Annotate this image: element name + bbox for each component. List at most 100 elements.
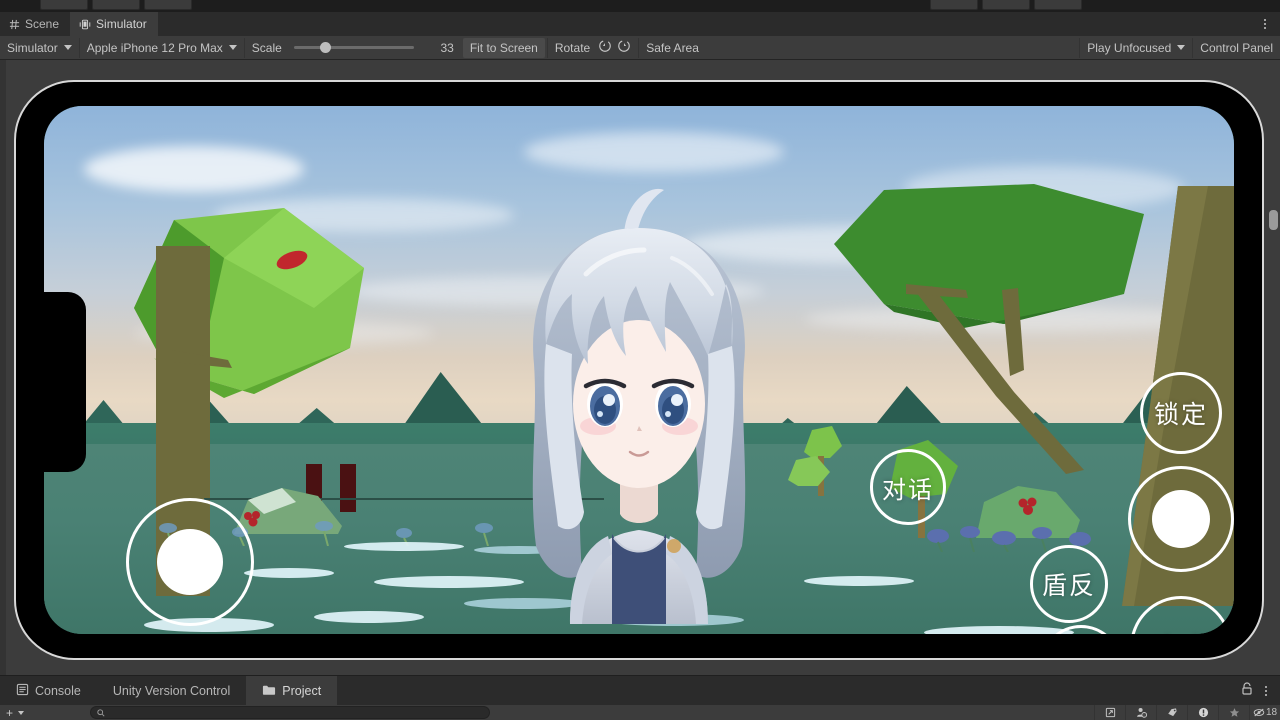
camera-joystick-knob[interactable] — [1152, 490, 1210, 548]
editor-main-toolbar-strip — [0, 0, 1280, 12]
device-label: Apple iPhone 12 Pro Max — [87, 41, 223, 55]
safe-area-toggle[interactable]: Safe Area — [638, 38, 706, 58]
project-search-field[interactable] — [90, 706, 490, 719]
tab-bar-right — [1260, 12, 1280, 36]
tree-foliage-left — [74, 198, 394, 428]
movement-joystick[interactable] — [126, 498, 254, 626]
scale-slider-knob[interactable] — [320, 42, 331, 53]
viewport-left-edge — [0, 60, 6, 675]
camera-joystick[interactable] — [1128, 466, 1234, 572]
shield-button-label: 盾反 — [1042, 566, 1096, 602]
open-in-new-icon[interactable] — [1094, 705, 1125, 720]
tab-scene[interactable]: Scene — [0, 12, 70, 36]
play-mode-label: Play Unfocused — [1087, 41, 1171, 55]
rotate-ccw-icon[interactable] — [598, 39, 612, 56]
toolbar-button-tools[interactable] — [40, 0, 88, 10]
account-icon[interactable] — [1125, 705, 1156, 720]
tab-console[interactable]: Console — [0, 676, 97, 706]
tab-unity-version-control-label: Unity Version Control — [113, 684, 230, 698]
scale-control: Scale 33 — [244, 38, 461, 58]
favorite-star-icon[interactable] — [1218, 705, 1249, 720]
water-ripple — [804, 576, 914, 586]
simulator-toolbar: Simulator Apple iPhone 12 Pro Max Scale … — [0, 36, 1280, 60]
grid-icon — [9, 19, 20, 30]
water-ripple — [244, 568, 334, 578]
chevron-down-icon — [64, 45, 72, 50]
fit-to-screen-button[interactable]: Fit to Screen — [463, 38, 545, 58]
rotate-control: Rotate — [547, 38, 638, 58]
simulator-viewport[interactable]: 对话 锁定 盾反 攻击 跳跃 — [0, 60, 1280, 675]
hidden-items-icon[interactable]: 18 — [1249, 705, 1280, 720]
add-asset-button[interactable]: + — [0, 706, 30, 720]
tab-console-label: Console — [35, 684, 81, 698]
tag-icon[interactable] — [1156, 705, 1187, 720]
console-icon — [16, 683, 29, 699]
device-icon — [79, 19, 91, 30]
hidden-items-count: 18 — [1266, 707, 1277, 718]
lock-icon[interactable] — [1241, 682, 1253, 700]
device-screen[interactable]: 对话 锁定 盾反 攻击 跳跃 — [44, 106, 1234, 634]
project-browser-toolbar: + — [0, 705, 1280, 720]
scale-label: Scale — [252, 41, 282, 55]
toolbar-button-extra[interactable] — [1034, 0, 1082, 10]
device-dropdown[interactable]: Apple iPhone 12 Pro Max — [79, 38, 244, 58]
project-toolbar-icons: 18 — [1094, 705, 1280, 720]
toolbar-left-buttons — [40, 0, 192, 10]
player-character — [474, 154, 804, 634]
play-mode-dropdown[interactable]: Play Unfocused — [1079, 38, 1192, 58]
chevron-down-icon — [229, 45, 237, 50]
tab-scene-label: Scene — [25, 17, 59, 31]
movement-joystick-knob[interactable] — [157, 529, 223, 595]
lock-on-button-label: 锁定 — [1154, 395, 1208, 431]
add-asset-label: + — [6, 706, 13, 720]
viewport-scroll-handle[interactable] — [1269, 210, 1278, 230]
kebab-menu-icon[interactable] — [1260, 17, 1270, 31]
tree-branch-right — [906, 284, 1106, 474]
kebab-menu-icon[interactable] — [1261, 684, 1271, 698]
fit-to-screen-label: Fit to Screen — [470, 41, 538, 55]
tab-project-label: Project — [282, 684, 321, 698]
search-icon — [97, 704, 105, 720]
chevron-down-icon — [1177, 45, 1185, 50]
warning-icon[interactable] — [1187, 705, 1218, 720]
tab-project[interactable]: Project — [246, 676, 337, 706]
toolbar-button-handles[interactable] — [144, 0, 192, 10]
toolbar-button-pivot[interactable] — [92, 0, 140, 10]
folder-icon — [262, 684, 276, 699]
tree-branch-left — [172, 346, 242, 372]
toolbar-right-buttons — [930, 0, 1082, 10]
water-ripple — [344, 542, 464, 551]
tab-simulator-label: Simulator — [96, 17, 147, 31]
bottom-panel-tab-bar: Console Unity Version Control Project — [0, 675, 1280, 705]
scale-value: 33 — [426, 41, 454, 55]
safe-area-label: Safe Area — [646, 41, 699, 55]
control-panel-button[interactable]: Control Panel — [1192, 38, 1280, 58]
dialogue-button[interactable]: 对话 — [870, 449, 946, 525]
attack-button-label: 攻击 — [1151, 627, 1211, 634]
flower-blue-cluster — [924, 518, 1114, 552]
rotate-label: Rotate — [555, 41, 590, 55]
water-ripple — [314, 611, 424, 623]
device-frame: 对话 锁定 盾反 攻击 跳跃 — [14, 80, 1264, 660]
tab-simulator[interactable]: Simulator — [70, 12, 158, 36]
device-notch — [44, 292, 86, 472]
unity-editor-window: Scene Simulator Simulator — [0, 0, 1280, 720]
project-search-input[interactable] — [109, 707, 483, 718]
toolbar-button-layout[interactable] — [982, 0, 1030, 10]
lock-on-button[interactable]: 锁定 — [1140, 372, 1222, 454]
water-ripple — [924, 626, 1074, 634]
toolbar-button-layers[interactable] — [930, 0, 978, 10]
view-mode-label: Simulator — [7, 41, 58, 55]
chevron-down-icon — [18, 711, 24, 715]
cloud — [84, 146, 304, 192]
flower-red — [1016, 496, 1040, 516]
shield-button[interactable]: 盾反 — [1030, 545, 1108, 623]
rotate-cw-icon[interactable] — [617, 39, 631, 56]
scale-slider[interactable] — [294, 46, 414, 49]
dialogue-button-label: 对话 — [882, 470, 934, 505]
bottom-tab-bar-right — [1241, 676, 1280, 705]
view-mode-dropdown[interactable]: Simulator — [0, 38, 79, 58]
view-tab-bar: Scene Simulator — [0, 12, 1280, 36]
tab-unity-version-control[interactable]: Unity Version Control — [97, 676, 246, 706]
control-panel-label: Control Panel — [1200, 41, 1273, 55]
